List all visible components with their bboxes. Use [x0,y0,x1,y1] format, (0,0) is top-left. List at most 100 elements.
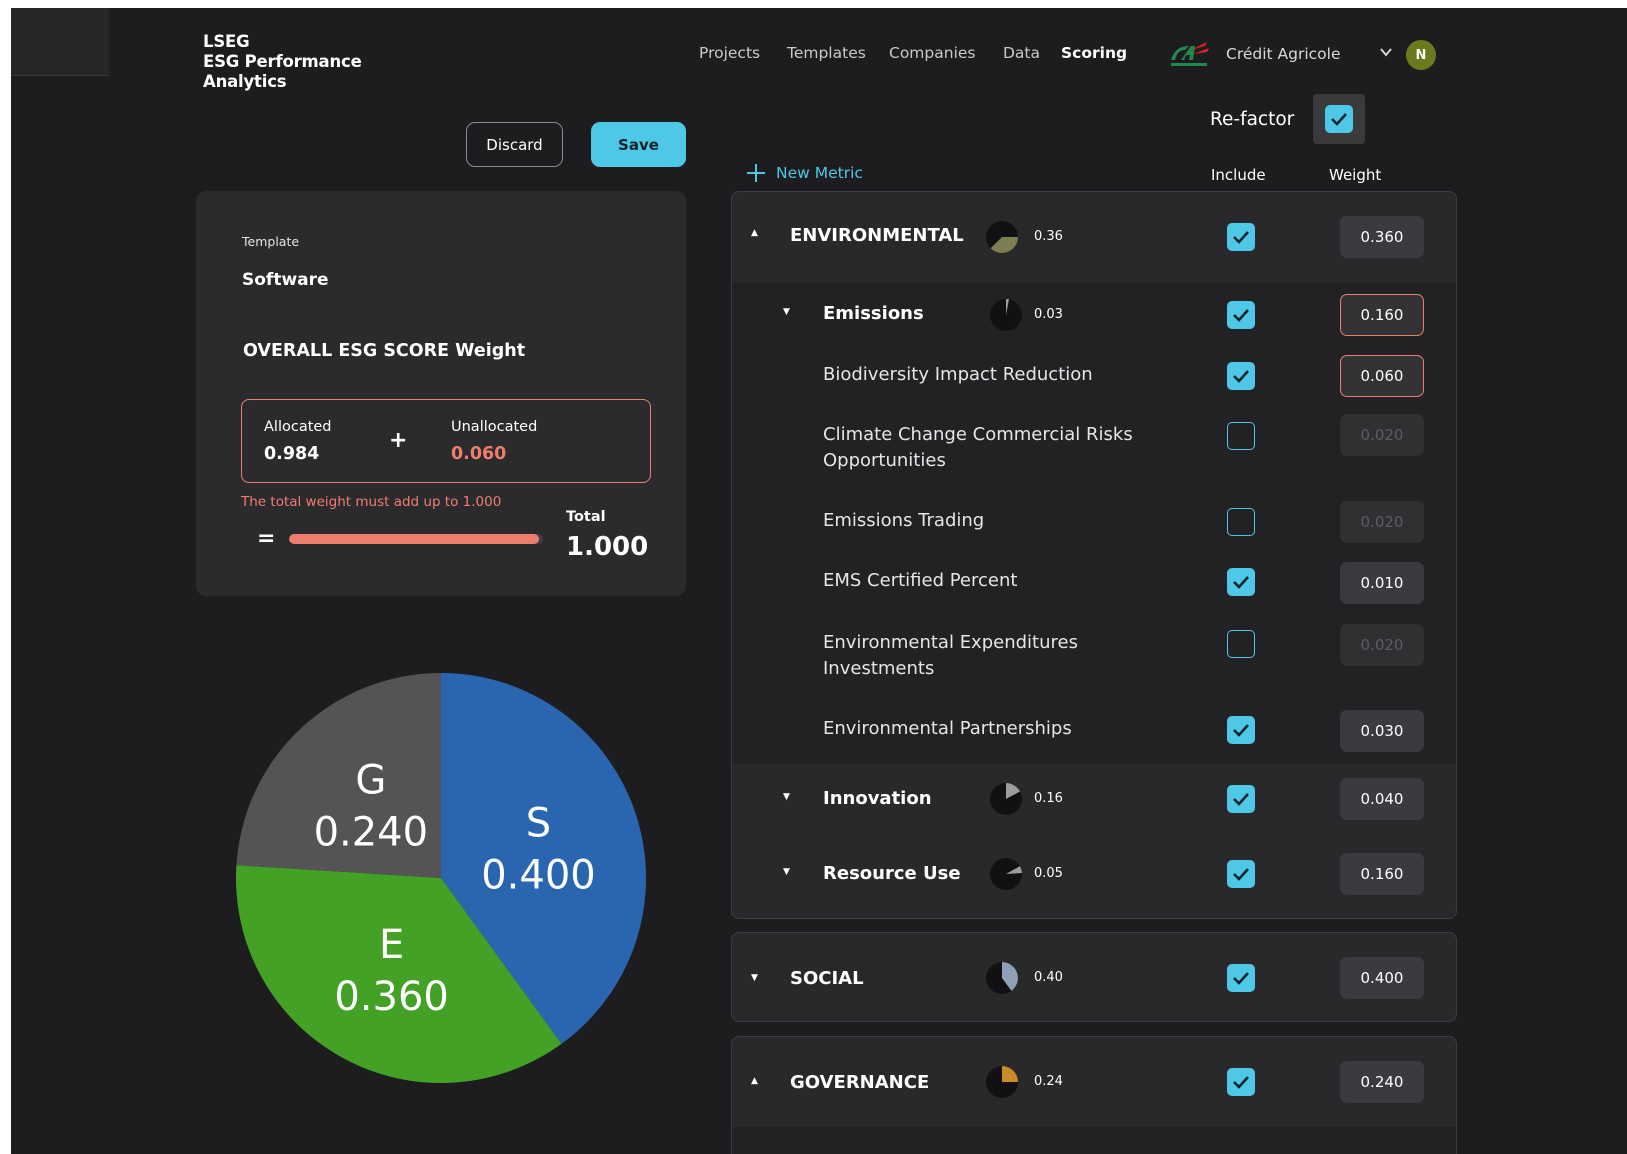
environmental-mini-pie-icon [986,221,1018,253]
metric-weight-input[interactable]: 0.030 [1340,710,1424,752]
weight-progress-fill [289,534,539,544]
unallocated-value: 0.060 [451,444,507,464]
nav-templates[interactable]: Templates [787,44,866,62]
save-button[interactable]: Save [591,122,686,167]
chevron-down-icon[interactable] [1378,44,1394,60]
discard-button[interactable]: Discard [466,122,563,167]
innovation-include-checkbox[interactable] [1227,785,1255,813]
expand-icon[interactable]: ▼ [783,867,790,877]
check-icon [1233,231,1249,244]
pie-slice-value-e: 0.360 [334,974,449,1020]
metric-include-checkbox[interactable] [1227,362,1255,390]
metric-include-checkbox[interactable] [1227,716,1255,744]
category-name: SOCIAL [790,968,864,989]
collapse-icon[interactable]: ▲ [751,228,758,238]
metric-row[interactable]: Emissions Trading 0.020 [732,492,1456,554]
collapse-icon[interactable]: ▲ [751,1076,758,1086]
metric-include-checkbox[interactable] [1227,630,1255,658]
logo-line-3: Analytics [203,72,287,91]
metric-weight-input[interactable]: 0.020 [1340,501,1424,543]
category-name: ENVIRONMENTAL [790,225,964,246]
nav-data[interactable]: Data [1003,44,1040,62]
nav-companies[interactable]: Companies [889,44,975,62]
metric-weight-input[interactable]: 0.010 [1340,562,1424,604]
expand-icon[interactable]: ▼ [751,973,758,983]
check-icon [1233,868,1249,881]
governance-weight-input[interactable]: 0.240 [1340,1061,1424,1103]
template-value: Software [242,270,329,290]
emissions-weight-input[interactable]: 0.160 [1340,294,1424,336]
environmental-include-checkbox[interactable] [1227,223,1255,251]
esg-pie-chart: S 0.400 E 0.360 G 0.240 [236,673,646,1083]
metric-include-checkbox[interactable] [1227,508,1255,536]
weight-error-message: The total weight must add up to 1.000 [241,494,502,510]
expand-icon[interactable]: ▼ [783,792,790,802]
social-panel[interactable]: ▼ SOCIAL 0.40 0.400 [731,932,1457,1022]
app-window: LSEG ESG Performance Analytics Projects … [11,8,1627,1154]
check-icon [1233,1076,1249,1089]
innovation-row[interactable]: ▼ Innovation 0.16 0.040 [732,764,1456,834]
social-mini-pie-icon [986,962,1018,994]
avatar[interactable]: N [1406,40,1436,70]
weight-progress-bar [289,534,543,544]
resource-use-include-checkbox[interactable] [1227,860,1255,888]
pie-slice-value-g: 0.240 [314,809,429,855]
check-icon [1233,793,1249,806]
innovation-weight-input[interactable]: 0.040 [1340,778,1424,820]
metric-name: EMS Certified Percent [823,570,1018,591]
new-metric-button[interactable]: New Metric [746,163,863,183]
emissions-include-checkbox[interactable] [1227,301,1255,329]
emissions-row[interactable]: ▼ Emissions 0.03 0.160 [732,282,1456,348]
metric-row[interactable]: Climate Change Commercial Risks Opportun… [732,406,1456,492]
check-icon [1233,370,1249,383]
resource-use-weight-input[interactable]: 0.160 [1340,853,1424,895]
allocation-box [241,399,651,483]
metric-weight-input[interactable]: 0.060 [1340,355,1424,397]
refactor-checkbox[interactable] [1325,105,1353,133]
resource-use-row[interactable]: ▼ Resource Use 0.05 0.160 [732,834,1456,918]
plus-sign: + [389,428,408,453]
collapse-icon[interactable]: ▼ [783,307,790,317]
metric-name: Climate Change Commercial Risks Opportun… [823,424,1133,471]
metric-row[interactable]: Environmental Expenditures Investments 0… [732,616,1456,702]
metric-include-checkbox[interactable] [1227,568,1255,596]
app-logo[interactable]: LSEG ESG Performance Analytics [203,32,362,92]
refactor-toggle[interactable] [1313,94,1365,144]
metric-row[interactable]: Biodiversity Impact Reduction 0.060 [732,348,1456,406]
governance-include-checkbox[interactable] [1227,1068,1255,1096]
metric-row[interactable]: EMS Certified Percent 0.010 [732,554,1456,616]
company-name[interactable]: Crédit Agricole [1226,45,1341,63]
total-value: 1.000 [566,532,649,562]
environmental-panel: ▲ ENVIRONMENTAL 0.36 0.360 ▼ Emissions 0… [731,191,1457,919]
check-icon [1331,113,1347,126]
governance-mini-pie-icon [986,1066,1018,1098]
metric-row[interactable]: Environmental Partnerships 0.030 [732,702,1456,764]
pie-slice-value-s: 0.400 [481,852,596,898]
governance-panel[interactable]: ▲ GOVERNANCE 0.24 0.240 [731,1036,1457,1154]
corner-panel [11,8,109,76]
metric-name: Emissions Trading [823,510,985,531]
category-name: GOVERNANCE [790,1072,930,1093]
allocated-label: Allocated [264,419,332,435]
emissions-mini-pie-icon [990,299,1022,331]
resource-use-mini-pie-icon [990,858,1022,890]
environmental-mini-value: 0.36 [1034,229,1063,244]
weight-column-header: Weight [1329,166,1382,184]
pie-slice-label-e: E [379,922,404,968]
social-weight-input[interactable]: 0.400 [1340,957,1424,999]
nav-scoring[interactable]: Scoring [1061,44,1127,62]
new-metric-label: New Metric [776,164,863,182]
metric-name: Environmental Expenditures Investments [823,632,1078,679]
metric-include-checkbox[interactable] [1227,422,1255,450]
metric-weight-input[interactable]: 0.020 [1340,414,1424,456]
metric-weight-input[interactable]: 0.020 [1340,624,1424,666]
nav-projects[interactable]: Projects [699,44,760,62]
credit-agricole-logo-icon [1171,42,1209,66]
social-include-checkbox[interactable] [1227,964,1255,992]
environmental-row[interactable]: ▲ ENVIRONMENTAL 0.36 0.360 [732,192,1456,282]
unallocated-label: Unallocated [451,419,538,435]
innovation-mini-value: 0.16 [1034,791,1063,806]
equals-sign: = [257,526,276,551]
environmental-weight-input[interactable]: 0.360 [1340,216,1424,258]
check-icon [1233,309,1249,322]
